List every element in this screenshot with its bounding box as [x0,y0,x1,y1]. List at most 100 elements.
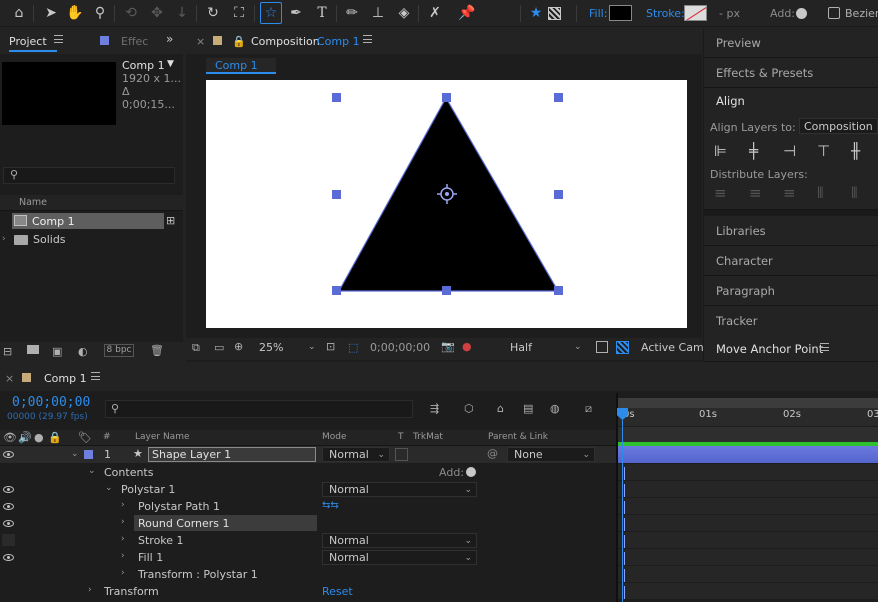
anchor-point-icon[interactable] [437,184,457,204]
bounding-box-handle[interactable] [554,93,563,102]
pan-camera-icon[interactable]: ✥ [148,4,166,22]
header-trkmat[interactable]: TrkMat [413,432,443,442]
solo-icon[interactable]: ● [34,431,44,444]
align-center-v-icon[interactable]: ╫ [851,142,860,160]
property-row[interactable]: › Fill 1 Normal ⌄ [0,549,616,566]
distribute-left-icon[interactable]: ⦀ [817,184,824,202]
bounding-box-handle[interactable] [332,286,341,295]
chevron-right-icon[interactable]: › [88,585,92,595]
blend-mode-dropdown[interactable]: Normal ⌄ [322,533,477,548]
dolly-camera-icon[interactable]: ↓ [173,4,191,22]
layer-color-label[interactable] [84,450,93,459]
hand-tool-icon[interactable]: ✋ [66,4,84,22]
effects-presets-panel[interactable]: Effects & Presets [704,58,878,88]
property-row[interactable]: › Stroke 1 Normal ⌄ [0,532,616,549]
timeline-search-input[interactable]: ⚲ [105,400,413,418]
composition-tab-prefix[interactable]: Composition [251,35,320,48]
preview-panel[interactable]: Preview [704,28,878,58]
puppet-pin-icon[interactable]: 📌 [458,4,476,22]
align-center-h-icon[interactable]: ╪ [749,142,758,160]
layer-mode-dropdown[interactable]: Normal ⌄ [322,447,390,462]
transparency-grid-icon[interactable] [616,341,629,354]
roto-brush-icon[interactable]: ✗ [426,4,444,22]
panel-menu-icon[interactable] [363,35,372,43]
project-search-input[interactable]: ⚲ [3,167,175,184]
layer-name-field[interactable]: Shape Layer 1 [148,447,316,462]
monitor-icon[interactable]: ▭ [214,341,224,354]
graph-editor-icon[interactable]: ⧄ [585,402,592,416]
new-folder-icon[interactable] [27,345,39,354]
comp-flowchart-icon[interactable]: ⇶ [430,402,439,415]
layer-row[interactable]: ⌄ 1 ★ Shape Layer 1 Normal ⌄ @ None ⌄ [0,446,616,463]
bounding-box-handle[interactable] [332,93,341,102]
clone-stamp-icon[interactable]: ⊥ [369,4,387,22]
chevron-right-icon[interactable]: › [2,234,6,244]
chevron-down-icon[interactable]: ⌄ [88,466,96,476]
chevron-right-icon[interactable]: › [121,534,125,544]
distribute-center-v-icon[interactable]: ≡ [749,184,762,202]
stroke-swatch[interactable] [684,5,707,21]
eye-icon[interactable] [3,451,14,458]
show-channel-icon[interactable]: ● [462,340,472,353]
resolution-dropdown[interactable]: Half ⌄ [504,341,586,356]
align-left-icon[interactable]: ⊫ [714,142,727,160]
trash-icon[interactable]: 🗑 [150,344,164,357]
chevron-right-icon[interactable]: › [121,568,125,578]
chevron-right-icon[interactable]: › [121,517,125,527]
home-icon[interactable]: ⌂ [10,4,28,22]
align-to-dropdown[interactable]: Composition [799,118,878,134]
mask-mode-icon[interactable] [548,7,561,20]
timeline-tab[interactable]: Comp 1 [44,372,87,385]
draft-3d-icon[interactable]: ⬡ [464,402,474,415]
close-icon[interactable]: × [5,372,14,385]
eye-icon[interactable] [3,503,14,510]
panel-menu-icon[interactable] [820,343,829,351]
fast-previews-icon[interactable] [596,341,608,353]
bounding-box-handle[interactable] [442,93,451,102]
chevron-down-icon[interactable]: ⌄ [71,449,79,459]
always-preview-icon[interactable]: ⧉ [192,341,200,355]
timeline-timecode[interactable]: 0;00;00;00 [12,395,90,410]
frame-blending-icon[interactable]: ▤ [523,402,533,415]
add-button-icon[interactable] [796,8,807,19]
blend-mode-dropdown[interactable]: Normal ⌄ [322,482,477,497]
star-tool-icon[interactable]: ☆ [262,4,280,22]
reset-link[interactable]: Reset [322,585,353,598]
preserve-transparency-toggle[interactable] [395,448,408,461]
fill-swatch[interactable] [609,5,632,21]
new-comp-icon[interactable]: ▣ [52,345,62,358]
project-item-label[interactable]: Solids [33,233,66,246]
align-title[interactable]: Align [716,94,745,108]
composition-tab-name[interactable]: Comp 1 [317,35,360,48]
zoom-tool-icon[interactable]: ⚲ [91,4,109,22]
paragraph-panel[interactable]: Paragraph [704,276,878,306]
chevron-right-icon[interactable]: › [121,551,125,561]
panel-menu-icon[interactable] [54,35,63,43]
contents-row[interactable]: ⌄ Contents Add: [0,464,616,481]
snapshot-icon[interactable]: 📷 [441,340,455,353]
time-ruler[interactable]: 0s 01s 02s 03 [618,408,878,426]
mask-visibility-icon[interactable]: ⊕ [234,340,243,353]
pan-behind-icon[interactable]: ⛶ [230,4,248,22]
project-item-comp[interactable]: Comp 1 [12,213,164,229]
bounding-box-handle[interactable] [442,286,451,295]
stroke-width-value[interactable]: - px [719,7,740,20]
distribute-top-icon[interactable]: ≡ [714,184,727,202]
panel-menu-icon[interactable] [91,372,100,380]
libraries-panel[interactable]: Libraries [704,216,878,246]
star-fill-mode-icon[interactable]: ★ [527,4,545,22]
orbit-camera-icon[interactable]: ⟲ [122,4,140,22]
transform-row[interactable]: › Transform Reset [0,583,616,600]
eye-icon[interactable] [3,486,14,493]
path-direction-icon[interactable]: ⇆⇆ [322,500,339,511]
align-top-icon[interactable]: ⊤ [817,142,830,160]
lock-icon[interactable]: 🔒 [232,35,246,48]
close-icon[interactable]: × [196,35,205,48]
work-area-bar[interactable] [618,398,878,408]
type-tool-icon[interactable]: T [313,4,331,22]
chevron-down-icon[interactable]: ⌄ [105,483,113,493]
chevron-right-icon[interactable]: › [121,500,125,510]
rotation-tool-icon[interactable]: ↻ [204,4,222,22]
tab-project[interactable]: Project [9,35,47,48]
panel-overflow-icon[interactable]: » [166,32,173,46]
